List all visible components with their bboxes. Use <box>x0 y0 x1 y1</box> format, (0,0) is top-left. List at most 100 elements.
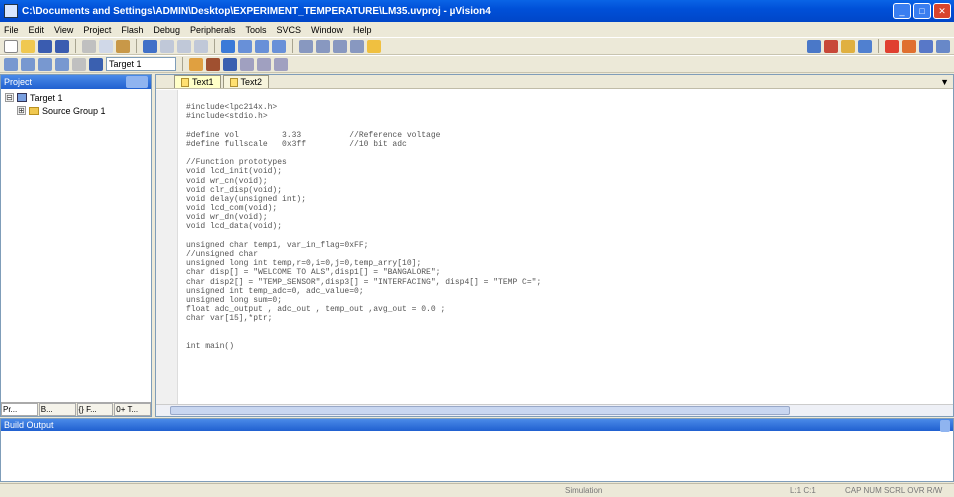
clear-bookmarks-icon[interactable] <box>272 39 286 53</box>
tab-books[interactable]: B... <box>38 403 76 416</box>
configure-icon[interactable] <box>936 39 950 53</box>
download-icon[interactable] <box>89 57 103 71</box>
code-line[interactable] <box>186 149 943 158</box>
collapse-icon[interactable]: ⊟ <box>5 93 14 102</box>
find-icon[interactable] <box>807 39 821 53</box>
tab-text2[interactable]: Text2 <box>222 75 270 88</box>
menu-file[interactable]: File <box>4 25 19 35</box>
minimize-button[interactable]: _ <box>893 3 911 19</box>
translate-icon[interactable] <box>4 57 18 71</box>
code-line[interactable]: unsigned long int temp,r=0,i=0,j=0,temp_… <box>186 259 943 268</box>
target-options-icon[interactable] <box>189 57 203 71</box>
code-line[interactable]: char disp2[] = "TEMP_SENSOR",disp3[] = "… <box>186 278 943 287</box>
menu-debug[interactable]: Debug <box>153 25 180 35</box>
close-button[interactable]: ✕ <box>933 3 951 19</box>
comment-icon[interactable] <box>333 39 347 53</box>
new-file-icon[interactable] <box>4 39 18 53</box>
save-icon[interactable] <box>38 39 52 53</box>
tab-list-arrow-icon[interactable]: ▼ <box>940 77 949 87</box>
rebuild-icon[interactable] <box>38 57 52 71</box>
code-line[interactable]: void lcd_com(void); <box>186 204 943 213</box>
code-line[interactable]: unsigned int temp_adc=0, adc_value=0; <box>186 287 943 296</box>
open-folder-icon[interactable] <box>21 39 35 53</box>
code-line[interactable]: float adc_output , adc_out , temp_out ,a… <box>186 305 943 314</box>
zoom-icon[interactable] <box>858 39 872 53</box>
menu-tools[interactable]: Tools <box>245 25 266 35</box>
tab-label: Text1 <box>192 77 214 87</box>
navigate-forward-icon[interactable] <box>194 39 208 53</box>
paste-icon[interactable] <box>116 39 130 53</box>
menu-project[interactable]: Project <box>83 25 111 35</box>
save-all-icon[interactable] <box>55 39 69 53</box>
indent-icon[interactable] <box>299 39 313 53</box>
code-line[interactable]: void lcd_data(void); <box>186 222 943 231</box>
settings-icon[interactable] <box>274 57 288 71</box>
batch-build-icon[interactable] <box>55 57 69 71</box>
unindent-icon[interactable] <box>316 39 330 53</box>
code-line[interactable]: int main() <box>186 342 943 351</box>
copy-icon[interactable] <box>99 39 113 53</box>
code-line[interactable]: void clr_disp(void); <box>186 186 943 195</box>
build-icon[interactable] <box>21 57 35 71</box>
code-line[interactable]: void wr_cn(void); <box>186 177 943 186</box>
select-packs-icon[interactable] <box>240 57 254 71</box>
menu-flash[interactable]: Flash <box>121 25 143 35</box>
find-in-files-icon[interactable] <box>367 39 381 53</box>
cut-icon[interactable] <box>82 39 96 53</box>
code-line[interactable]: #define vol 3.33 //Reference voltage <box>186 131 943 140</box>
code-line[interactable] <box>186 232 943 241</box>
code-line[interactable]: //Function prototypes <box>186 158 943 167</box>
scrollbar-thumb[interactable] <box>170 406 790 415</box>
menu-help[interactable]: Help <box>353 25 372 35</box>
expand-icon[interactable]: ⊞ <box>17 106 26 115</box>
incremental-find-icon[interactable] <box>824 39 838 53</box>
code-line[interactable]: void delay(unsigned int); <box>186 195 943 204</box>
target-select[interactable]: Target 1 <box>106 57 176 71</box>
horizontal-scrollbar[interactable] <box>156 404 953 416</box>
stop-icon[interactable] <box>885 39 899 53</box>
uncomment-icon[interactable] <box>350 39 364 53</box>
stop-build-icon[interactable] <box>72 57 86 71</box>
next-bookmark-icon[interactable] <box>255 39 269 53</box>
tab-functions[interactable]: {} F... <box>76 403 114 416</box>
code-editor[interactable]: Text1 Text2 ▼ #include<lpc214x.h> #includ… <box>155 74 954 417</box>
panel-close-icon[interactable] <box>940 420 950 432</box>
menu-edit[interactable]: Edit <box>29 25 45 35</box>
tab-project[interactable]: Pr... <box>1 403 38 416</box>
prev-bookmark-icon[interactable] <box>238 39 252 53</box>
redo-icon[interactable] <box>160 39 174 53</box>
multi-project-icon[interactable] <box>257 57 271 71</box>
menu-view[interactable]: View <box>54 25 73 35</box>
maximize-button[interactable]: □ <box>913 3 931 19</box>
menu-window[interactable]: Window <box>311 25 343 35</box>
manage-components-icon[interactable] <box>223 57 237 71</box>
code-line[interactable]: void wr_dn(void); <box>186 213 943 222</box>
code-line[interactable]: #include<lpc214x.h> <box>186 103 943 112</box>
tab-text1[interactable]: Text1 <box>174 75 221 88</box>
code-line[interactable]: char disp[] = "WELCOME TO ALS",disp1[] =… <box>186 268 943 277</box>
code-line[interactable]: char var[15],*ptr; <box>186 314 943 323</box>
undo-icon[interactable] <box>143 39 157 53</box>
file-extensions-icon[interactable] <box>206 57 220 71</box>
code-line[interactable]: unsigned char temp1, var_in_flag=0xFF; <box>186 241 943 250</box>
code-line[interactable]: void lcd_init(void); <box>186 167 943 176</box>
tab-templates[interactable]: 0+ T... <box>114 403 151 416</box>
menu-svcs[interactable]: SVCS <box>277 25 302 35</box>
code-line[interactable] <box>186 333 943 342</box>
menu-peripherals[interactable]: Peripherals <box>190 25 236 35</box>
source-code[interactable]: #include<lpc214x.h> #include<stdio.h> #def… <box>186 103 943 351</box>
code-line[interactable] <box>186 324 943 333</box>
insert-breakpoint-icon[interactable] <box>902 39 916 53</box>
tree-item-source-group[interactable]: ⊞ Source Group 1 <box>1 104 151 117</box>
windows-icon[interactable] <box>919 39 933 53</box>
code-line[interactable]: #include<stdio.h> <box>186 112 943 121</box>
code-line[interactable]: //unsigned char <box>186 250 943 259</box>
debug-session-icon[interactable] <box>841 39 855 53</box>
tree-item-target[interactable]: ⊟ Target 1 <box>1 91 151 104</box>
code-line[interactable] <box>186 121 943 130</box>
navigate-back-icon[interactable] <box>177 39 191 53</box>
panel-close-icon[interactable] <box>126 76 148 88</box>
code-line[interactable]: #define fullscale 0x3ff //10 bit adc <box>186 140 943 149</box>
bookmark-icon[interactable] <box>221 39 235 53</box>
code-line[interactable]: unsigned long sum=0; <box>186 296 943 305</box>
